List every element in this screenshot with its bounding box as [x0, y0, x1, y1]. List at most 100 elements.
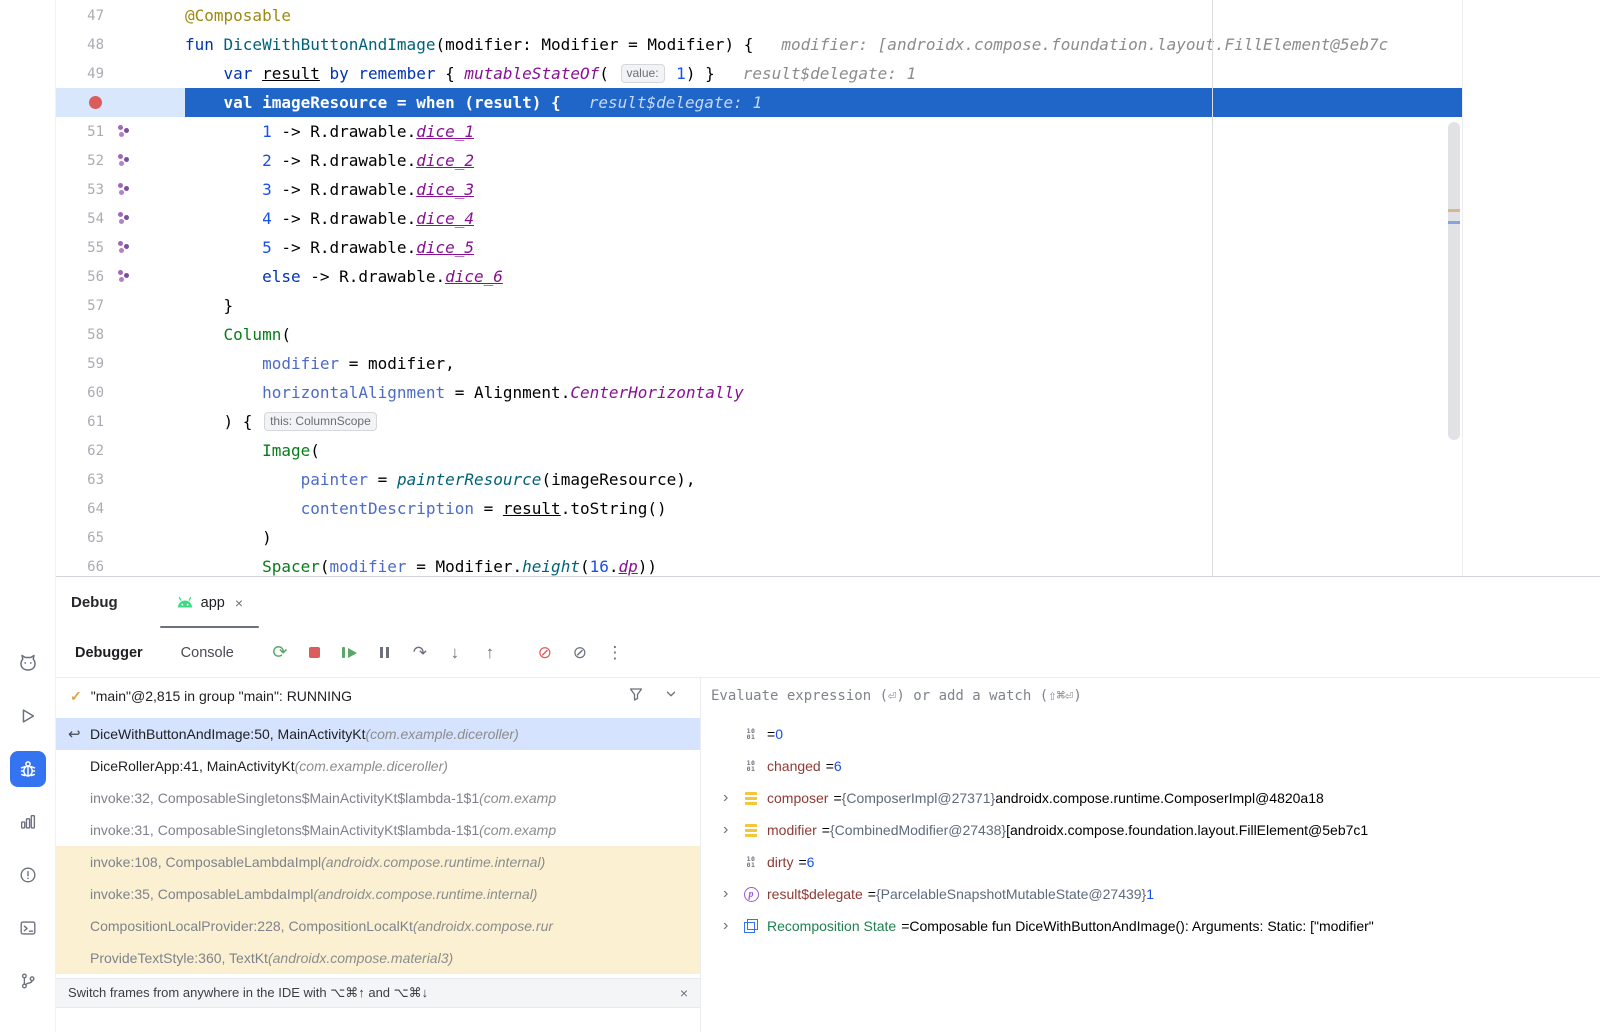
gutter-cell[interactable]: 58: [56, 320, 185, 349]
gutter-cell[interactable]: 60: [56, 378, 185, 407]
variable-row[interactable]: ›Recomposition State= Composable fun Dic…: [701, 910, 1600, 942]
code-text[interactable]: Column(: [185, 320, 1462, 349]
gutter-cell[interactable]: 56: [56, 262, 185, 291]
stop-icon[interactable]: [303, 641, 327, 665]
pause-icon[interactable]: [373, 641, 397, 665]
drawable-preview-icon[interactable]: [116, 269, 132, 285]
gutter-cell[interactable]: 52: [56, 146, 185, 175]
gutter-cell[interactable]: 53: [56, 175, 185, 204]
gutter-cell[interactable]: [56, 88, 185, 117]
gutter-cell[interactable]: 49: [56, 59, 185, 88]
close-icon[interactable]: ×: [235, 595, 243, 611]
drawable-preview-icon[interactable]: [116, 153, 132, 169]
thread-status: "main"@2,815 in group "main": RUNNING: [91, 688, 352, 704]
step-over-icon[interactable]: ↷: [408, 641, 432, 665]
variable-row[interactable]: 10 01= 0: [701, 718, 1600, 750]
gutter-cell[interactable]: 55: [56, 233, 185, 262]
variable-row[interactable]: 10 01dirty= 6: [701, 846, 1600, 878]
empty-editor-split[interactable]: [1462, 0, 1600, 576]
frame-row[interactable]: invoke:108, ComposableLambdaImpl (androi…: [56, 846, 700, 878]
frame-row[interactable]: invoke:35, ComposableLambdaImpl (android…: [56, 878, 700, 910]
code-text[interactable]: horizontalAlignment = Alignment.CenterHo…: [185, 378, 1462, 407]
drawable-preview-icon[interactable]: [116, 124, 132, 140]
step-into-icon[interactable]: ↓: [443, 641, 467, 665]
frame-row[interactable]: invoke:32, ComposableSingletons$MainActi…: [56, 782, 700, 814]
code-text[interactable]: var result by remember { mutableStateOf(…: [185, 59, 1462, 88]
frame-row[interactable]: ProvideTextStyle:360, TextKt (androidx.c…: [56, 942, 700, 974]
evaluate-expression-input[interactable]: Evaluate expression (⏎) or add a watch (…: [701, 678, 1600, 714]
code-text[interactable]: contentDescription = result.toString(): [185, 494, 1462, 523]
variable-row[interactable]: 10 01changed= 6: [701, 750, 1600, 782]
code-text[interactable]: 2 -> R.drawable.dice_2: [185, 146, 1462, 175]
expand-chevron-icon[interactable]: ›: [723, 885, 743, 903]
frame-row[interactable]: invoke:31, ComposableSingletons$MainActi…: [56, 814, 700, 846]
editor-scrollbar[interactable]: [1448, 0, 1460, 576]
code-text[interactable]: }: [185, 291, 1462, 320]
code-text[interactable]: ) { this: ColumnScope: [185, 407, 1462, 436]
chevron-down-icon[interactable]: [664, 687, 678, 706]
gutter-cell[interactable]: 63: [56, 465, 185, 494]
scrollbar-thumb[interactable]: [1448, 122, 1460, 440]
debug-icon[interactable]: [10, 751, 46, 787]
code-text[interactable]: modifier = modifier,: [185, 349, 1462, 378]
resume-icon[interactable]: [338, 641, 362, 665]
session-tab-app[interactable]: app ×: [160, 577, 259, 628]
profiler-icon[interactable]: [14, 808, 42, 836]
gutter-cell[interactable]: 64: [56, 494, 185, 523]
tab-debugger[interactable]: Debugger: [75, 645, 143, 661]
expand-chevron-icon[interactable]: ›: [723, 917, 743, 935]
frame-row[interactable]: CompositionLocalProvider:228, Compositio…: [56, 910, 700, 942]
frame-row[interactable]: ↩DiceWithButtonAndImage:50, MainActivity…: [56, 718, 700, 750]
more-icon[interactable]: ⋮: [603, 641, 627, 665]
gutter-cell[interactable]: 61: [56, 407, 185, 436]
expand-chevron-icon[interactable]: ›: [723, 789, 743, 807]
code-text[interactable]: 4 -> R.drawable.dice_4: [185, 204, 1462, 233]
variable-row[interactable]: ›modifier= {CombinedModifier@27438} [and…: [701, 814, 1600, 846]
code-text[interactable]: val imageResource = when (result) {resul…: [185, 88, 1462, 117]
drawable-preview-icon[interactable]: [116, 182, 132, 198]
gutter-cell[interactable]: 57: [56, 291, 185, 320]
frame-row[interactable]: DiceRollerApp:41, MainActivityKt (com.ex…: [56, 750, 700, 782]
variables-panel: Evaluate expression (⏎) or add a watch (…: [700, 678, 1600, 1032]
run-icon[interactable]: [14, 702, 42, 730]
gutter-cell[interactable]: 59: [56, 349, 185, 378]
gutter-cell[interactable]: 66: [56, 552, 185, 576]
banner-close-icon[interactable]: ×: [680, 985, 688, 1001]
drawable-preview-icon[interactable]: [116, 211, 132, 227]
variable-row[interactable]: ›composer= {ComposerImpl@27371} androidx…: [701, 782, 1600, 814]
code-text[interactable]: 3 -> R.drawable.dice_3: [185, 175, 1462, 204]
drawable-preview-icon[interactable]: [116, 240, 132, 256]
rerun-icon[interactable]: ⟳: [268, 641, 292, 665]
gutter-cell[interactable]: 47: [56, 1, 185, 30]
variable-row[interactable]: ›result$delegate= {ParcelableSnapshotMut…: [701, 878, 1600, 910]
code-text[interactable]: Spacer(modifier = Modifier.height(16.dp)…: [185, 552, 1462, 576]
variable-value: =: [822, 822, 830, 838]
code-text[interactable]: Image(: [185, 436, 1462, 465]
tab-console[interactable]: Console: [181, 645, 234, 661]
logcat-icon[interactable]: [14, 649, 42, 677]
view-breakpoints-icon[interactable]: ⊘: [568, 641, 592, 665]
code-text[interactable]: else -> R.drawable.dice_6: [185, 262, 1462, 291]
code-text[interactable]: 5 -> R.drawable.dice_5: [185, 233, 1462, 262]
git-branch-icon[interactable]: [14, 967, 42, 995]
step-out-icon[interactable]: ↑: [478, 641, 502, 665]
problems-icon[interactable]: [14, 861, 42, 889]
filter-icon[interactable]: [628, 686, 644, 707]
gutter-cell[interactable]: 65: [56, 523, 185, 552]
terminal-icon[interactable]: [14, 914, 42, 942]
breakpoint-icon[interactable]: [89, 96, 102, 109]
code-line: 53 3 -> R.drawable.dice_3: [56, 175, 1462, 204]
code-text[interactable]: 1 -> R.drawable.dice_1: [185, 117, 1462, 146]
gutter-cell[interactable]: 62: [56, 436, 185, 465]
code-editor[interactable]: 47@Composable48fun DiceWithButtonAndImag…: [56, 0, 1462, 576]
mute-breakpoints-icon[interactable]: ⊘: [533, 641, 557, 665]
thread-header[interactable]: ✓ "main"@2,815 in group "main": RUNNING: [56, 678, 700, 714]
code-text[interactable]: painter = painterResource(imageResource)…: [185, 465, 1462, 494]
gutter-cell[interactable]: 54: [56, 204, 185, 233]
code-text[interactable]: ): [185, 523, 1462, 552]
code-text[interactable]: fun DiceWithButtonAndImage(modifier: Mod…: [185, 30, 1462, 59]
gutter-cell[interactable]: 48: [56, 30, 185, 59]
expand-chevron-icon[interactable]: ›: [723, 821, 743, 839]
gutter-cell[interactable]: 51: [56, 117, 185, 146]
code-text[interactable]: @Composable: [185, 1, 1462, 30]
